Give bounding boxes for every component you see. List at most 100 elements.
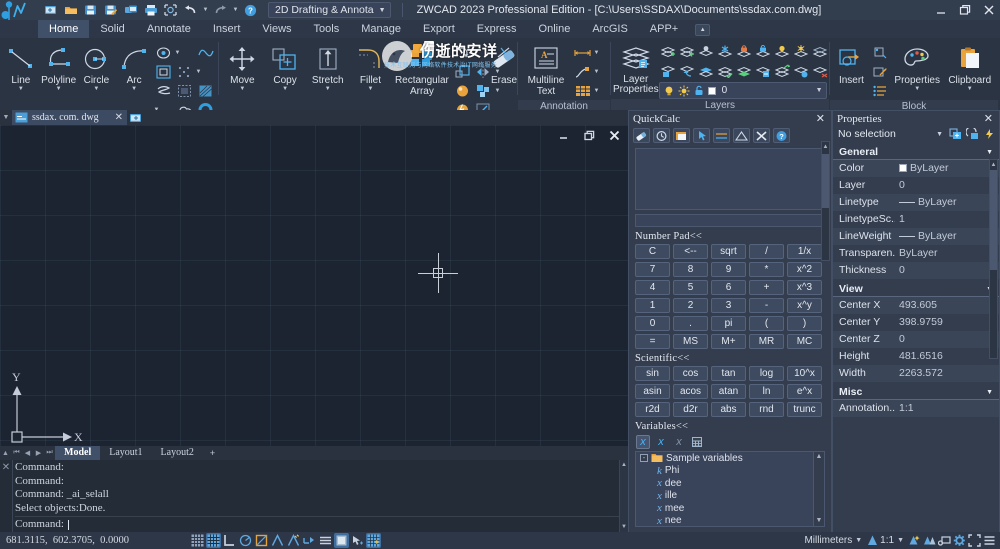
numpad-key-x3[interactable]: x^3 [787,280,822,295]
layer-color-swatch[interactable] [707,86,716,95]
select-objects-icon[interactable] [966,128,979,141]
list-item[interactable]: x nee [636,515,824,526]
numpad-key-[interactable]: / [749,244,784,259]
annotation-scale-icon[interactable] [865,533,880,548]
last-layout-icon[interactable]: ⏭ [44,449,55,457]
linear-dimension-icon[interactable] [572,43,593,62]
prev-layout-icon[interactable]: ◀ [22,449,33,457]
numpad-key-8[interactable]: 8 [673,262,708,277]
scipad-key-log[interactable]: log [749,366,784,381]
chevron-down-icon[interactable]: ▼ [967,86,973,93]
next-layout-icon[interactable]: ▶ [33,449,44,457]
redo-icon[interactable] [212,2,229,18]
chevron-down-icon[interactable]: ▼ [379,7,386,14]
property-row-center-z[interactable]: Center Z 0 [833,331,999,348]
tab-home[interactable]: Home [38,20,90,38]
numpad-key-9[interactable]: 9 [711,262,746,277]
tab-export[interactable]: Export [412,20,466,38]
tab-online[interactable]: Online [528,20,582,38]
units-label[interactable]: Millimeters [804,535,852,546]
list-item[interactable]: x dee [636,477,824,490]
layer-properties-button[interactable]: Layer Properties [613,41,659,95]
offset-icon[interactable] [452,81,473,100]
numpad-key-1x[interactable]: 1/x [787,244,822,259]
numpad-key-C[interactable]: C [635,244,670,259]
layout-menu-icon[interactable]: ▲ [0,450,11,457]
lightbulb-icon[interactable] [663,85,675,97]
tab-insert[interactable]: Insert [202,20,252,38]
layer-on-icon[interactable] [773,42,792,61]
status-menu-icon[interactable] [982,533,997,548]
quick-access-toolbar[interactable]: ▼ ▼ ? 2D Drafting & Annota ▼ [42,2,403,18]
leader-dropdown-icon[interactable]: ▼ [593,62,600,81]
doc-tab-menu-icon[interactable]: ▼ [0,114,12,121]
property-row-transparency[interactable]: Transparen... ByLayer [833,245,999,262]
layer-delete-icon[interactable] [773,61,792,80]
scipad-key-ex[interactable]: e^x [787,384,822,399]
angle-of-line-icon[interactable] [733,128,750,143]
table-dropdown-icon[interactable]: ▼ [593,81,600,100]
property-value[interactable]: 1:1 [895,402,999,414]
scipad-key-tan[interactable]: tan [711,366,746,381]
layer-copy-icon[interactable] [792,61,811,80]
print-icon[interactable] [142,2,159,18]
numpad-key-[interactable]: <-- [673,244,708,259]
modify-copy-button[interactable]: Copy ▼ [264,41,307,93]
quickcalc-variables-label[interactable]: Variables<< [629,417,831,434]
rotate-icon[interactable] [452,43,473,62]
ellipse-dropdown-icon[interactable]: ▼ [174,43,181,62]
scale-icon[interactable] [452,62,473,81]
draw-arc-button[interactable]: Arc ▼ [115,41,153,93]
new-document-icon[interactable] [127,111,145,125]
properties-scrollbar[interactable]: ▲ [989,159,998,359]
numpad-key-[interactable]: ( [749,316,784,331]
numpad-key-[interactable]: - [749,298,784,313]
chevron-down-icon[interactable]: ▼ [852,537,865,544]
modify-array-button[interactable]: Rectangular Array [392,41,452,97]
numpad-key-[interactable]: * [749,262,784,277]
tab-layout1[interactable]: Layout1 [100,446,151,460]
viewport-close-button[interactable] [608,129,621,142]
table-icon[interactable] [572,81,593,100]
quickcalc-scientific-label[interactable]: Scientific<< [629,349,831,366]
layer-freeze-icon[interactable] [716,42,735,61]
ribbon-collapse-button[interactable]: ▲ [695,24,711,36]
clean-screen-icon[interactable] [967,533,982,548]
properties-group-view[interactable]: View ▼ [833,282,999,297]
scipad-key-trunc[interactable]: trunc [787,402,822,417]
property-value[interactable]: ByLayer [895,247,999,259]
layer-match-icon[interactable] [659,61,678,80]
numpad-key-1[interactable]: 1 [635,298,670,313]
save-icon[interactable] [82,2,99,18]
clear-icon[interactable] [633,128,650,143]
scipad-key-r2d[interactable]: r2d [635,402,670,417]
create-block-icon[interactable] [871,43,891,62]
numpad-key-0[interactable]: 0 [635,316,670,331]
property-row-thickness[interactable]: Thickness 0 [833,262,999,279]
new-variable-icon[interactable]: x [636,435,650,449]
modify-fillet-button[interactable]: Fillet ▼ [349,41,392,93]
tab-annotate[interactable]: Annotate [136,20,202,38]
layer-change-icon[interactable] [754,61,773,80]
model-space-toggle[interactable] [318,533,333,548]
property-row-width[interactable]: Width 2263.572 [833,365,999,382]
otrack-toggle[interactable] [270,533,285,548]
numpad-key-MC[interactable]: MC [787,334,822,349]
annotation-visibility-icon[interactable] [907,533,922,548]
numpad-key-7[interactable]: 7 [635,262,670,277]
numpad-key-6[interactable]: 6 [711,280,746,295]
scroll-down-icon[interactable]: ▼ [814,516,824,526]
zoom-extents-icon[interactable] [162,2,179,18]
scale-label[interactable]: 1:1 [880,535,894,546]
chevron-down-icon[interactable]: ▼ [367,86,373,93]
close-icon[interactable]: ✕ [0,460,12,532]
undo-icon[interactable] [182,2,199,18]
numpad-key-2[interactable]: 2 [673,298,708,313]
snap-toggle[interactable] [206,533,221,548]
quickcalc-variables-tree[interactable]: - Sample variables k Phi x dee x ille x mee … [635,451,825,527]
intersection-icon[interactable] [753,128,770,143]
layer-unisolate-icon[interactable] [811,61,830,80]
scipad-key-asin[interactable]: asin [635,384,670,399]
properties-group-misc[interactable]: Misc ▼ [833,385,999,400]
transparency-toggle[interactable] [366,533,381,548]
